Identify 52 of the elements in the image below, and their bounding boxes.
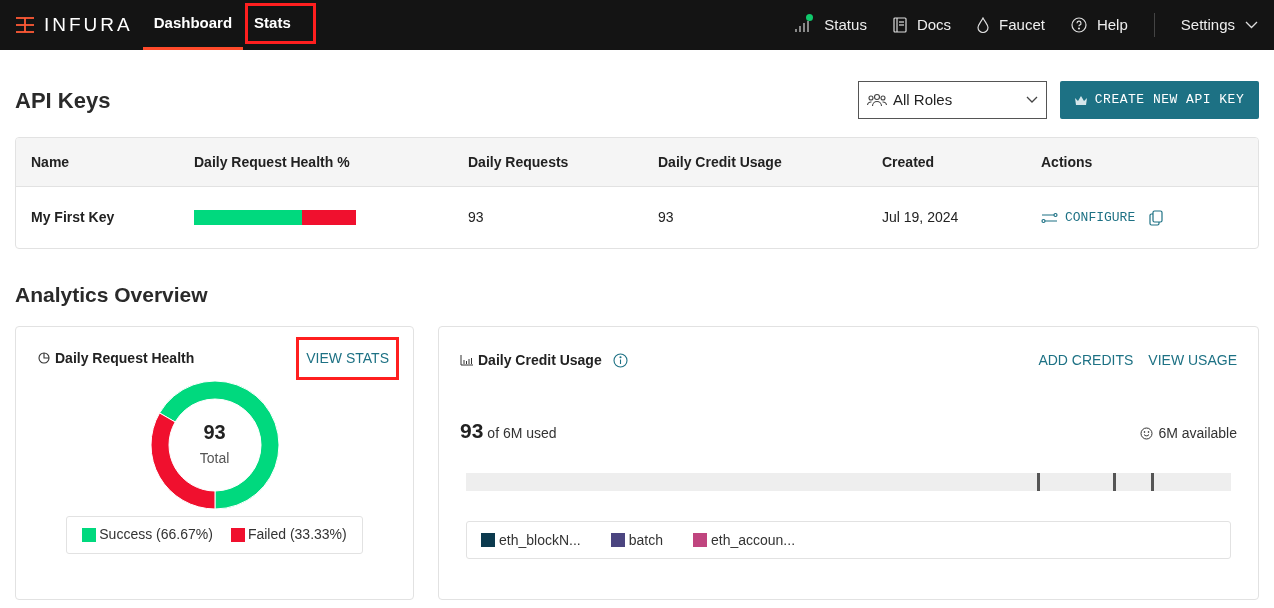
signal-icon	[794, 17, 815, 33]
total-value: 93	[203, 420, 226, 444]
nav-link[interactable]: Help	[1070, 13, 1128, 37]
help-icon	[1070, 17, 1087, 33]
column-header: Created	[882, 154, 935, 170]
used-value: 93	[460, 417, 484, 444]
total-label: Total	[199, 449, 230, 468]
key-name: My First Key	[31, 209, 115, 225]
column-header: Actions	[1041, 154, 1093, 170]
card-link[interactable]: VIEW USAGE	[1148, 349, 1237, 371]
section-title: Analytics Overview	[15, 282, 209, 308]
column-header: Daily Request Health %	[194, 154, 350, 170]
crown-icon	[1074, 95, 1087, 105]
legend-label: batch	[628, 530, 663, 550]
create-api-key-button[interactable]: CREATE NEW API KEY	[1060, 81, 1259, 119]
users-icon	[867, 92, 887, 108]
table-cell: 93	[468, 209, 484, 225]
configure-link[interactable]: CONFIGURE	[1041, 207, 1136, 228]
page-title: API Keys	[15, 86, 111, 115]
column-header: Daily Credit Usage	[658, 154, 782, 170]
available-label: 6M available	[1158, 424, 1237, 443]
sliders-icon	[1041, 211, 1058, 224]
column-header: Daily Requests	[468, 154, 569, 170]
card-title: Daily Request Health	[55, 348, 195, 368]
nav-tab[interactable]: Dashboard	[142, 0, 244, 50]
chevron-down-icon	[1026, 96, 1038, 104]
legend-label: Failed (33.33%)	[247, 525, 347, 544]
table-cell: 93	[658, 209, 674, 225]
settings-menu[interactable]: Settings	[1180, 13, 1258, 37]
card-title: Daily Credit Usage	[478, 350, 602, 370]
nav-link[interactable]: Faucet	[977, 13, 1045, 37]
table-cell: Jul 19, 2024	[882, 209, 959, 225]
copy-icon[interactable]	[1149, 209, 1164, 226]
pie-icon	[38, 352, 50, 364]
droplet-icon	[977, 17, 990, 33]
logo-text: INFURA	[44, 12, 133, 37]
info-icon[interactable]	[612, 352, 628, 368]
legend-label: eth_accoun...	[710, 530, 796, 550]
column-header: Name	[31, 154, 70, 170]
logo-icon	[15, 17, 35, 33]
book-icon	[892, 17, 907, 33]
used-label: of 6M used	[487, 423, 557, 443]
nav-link[interactable]: Docs	[892, 13, 952, 37]
caret-icon	[1245, 21, 1258, 29]
bar-chart-icon	[460, 354, 473, 366]
smile-icon	[1140, 427, 1154, 440]
legend-label: eth_blockN...	[499, 530, 581, 550]
legend-label: Success (66.67%)	[99, 525, 213, 544]
role-dropdown[interactable]: All Roles	[858, 81, 1047, 119]
card-link[interactable]: ADD CREDITS	[1038, 349, 1134, 371]
nav-link[interactable]: Status	[794, 13, 867, 37]
view-stats-link[interactable]: VIEW STATS	[296, 336, 399, 380]
